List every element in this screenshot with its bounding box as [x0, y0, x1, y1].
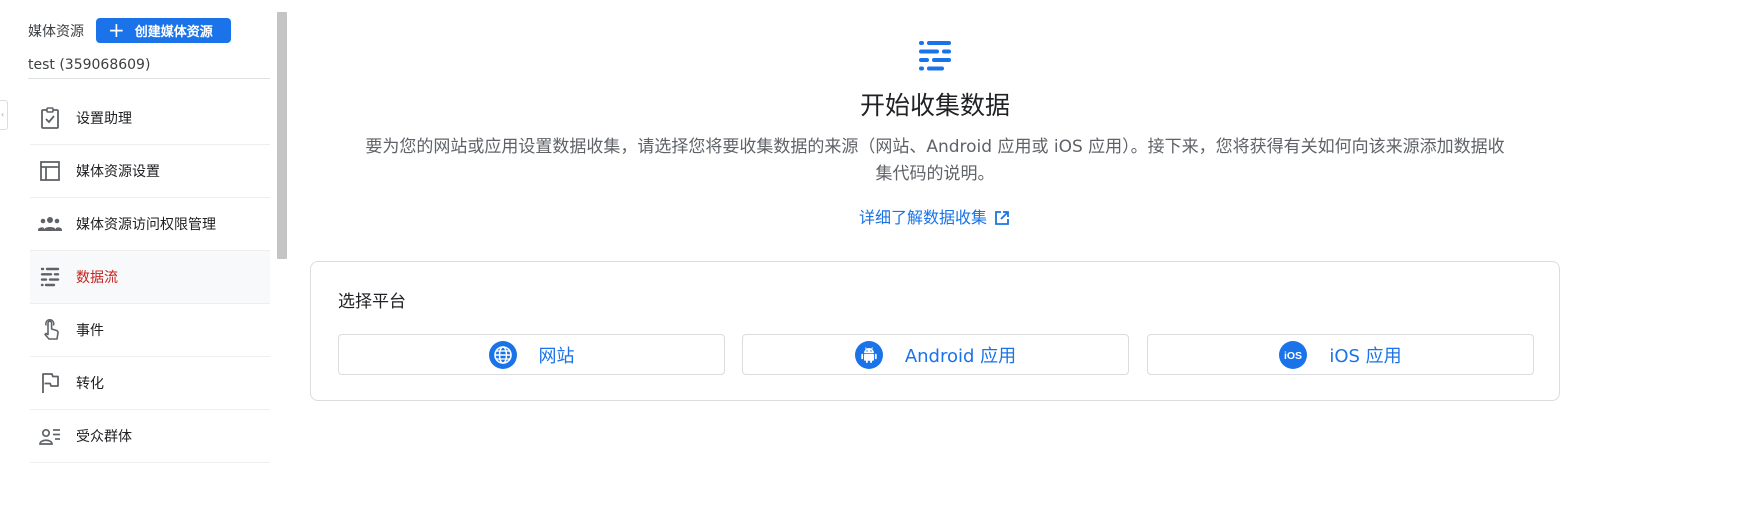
learn-more-label: 详细了解数据收集 — [858, 208, 987, 227]
app-root: ‹ 媒体资源 + 创建媒体资源 test (359068609) 设置助理 媒体… — [0, 0, 1749, 514]
property-label: 媒体资源 — [28, 23, 84, 40]
sidebar-item-label: 媒体资源访问权限管理 — [76, 217, 216, 233]
account-name[interactable]: test (359068609) — [28, 57, 270, 79]
people-icon — [38, 217, 62, 231]
platform-label: 网站 — [538, 345, 575, 367]
sidebar-scrollbar[interactable] — [277, 12, 287, 259]
svg-text:iOS: iOS — [1284, 350, 1302, 362]
data-streams-icon — [919, 41, 951, 71]
plus-icon: + — [108, 17, 125, 42]
platform-label: iOS 应用 — [1329, 345, 1402, 367]
create-property-label: 创建媒体资源 — [134, 25, 213, 40]
create-property-button[interactable]: + 创建媒体资源 — [96, 18, 231, 43]
flag-icon — [42, 373, 59, 393]
open-in-new-icon — [995, 211, 1009, 225]
sidebar-item-label: 媒体资源设置 — [76, 164, 160, 180]
sidebar-header: 媒体资源 + 创建媒体资源 — [28, 18, 231, 43]
touch-icon — [44, 319, 59, 340]
learn-more-link[interactable]: 详细了解数据收集 — [310, 204, 1560, 228]
ios-icon: iOS — [1279, 340, 1308, 369]
sidebar-item-label: 转化 — [76, 376, 104, 392]
platform-ios-button[interactable]: iOS iOS 应用 — [1147, 334, 1534, 375]
platform-title: 选择平台 — [338, 292, 406, 312]
platform-web-button[interactable]: 网站 — [338, 334, 725, 375]
platform-label: Android 应用 — [904, 345, 1017, 367]
android-icon — [854, 340, 883, 369]
clipboard-check-icon — [41, 107, 59, 129]
page-description: 要为您的网站或应用设置数据收集，请选择您将要收集数据的来源（网站、Android… — [365, 137, 1505, 184]
sidebar-item-setup-assistant[interactable]: 设置助理 — [30, 92, 270, 145]
sidebar-nav: 设置助理 媒体资源设置 媒体资源访问权限管理 数据流 事件 转化 受众群体 — [30, 92, 270, 463]
sidebar-item-label: 数据流 — [76, 270, 118, 286]
chevron-left-icon: ‹ — [1, 110, 5, 119]
platform-card: 选择平台 网站 Android 应用 iOS iOS 应用 — [310, 261, 1560, 401]
sidebar-item-events[interactable]: 事件 — [30, 304, 270, 357]
audience-icon — [39, 428, 60, 445]
sidebar-item-access-management[interactable]: 媒体资源访问权限管理 — [30, 198, 270, 251]
platform-android-button[interactable]: Android 应用 — [742, 334, 1129, 375]
sidebar: 媒体资源 + 创建媒体资源 test (359068609) 设置助理 媒体资源… — [28, 0, 270, 514]
collapse-tab[interactable]: ‹ — [0, 100, 8, 130]
page-title: 开始收集数据 — [859, 91, 1010, 120]
sidebar-item-property-settings[interactable]: 媒体资源设置 — [30, 145, 270, 198]
sidebar-item-data-streams[interactable]: 数据流 — [30, 251, 270, 304]
data-streams-icon — [40, 267, 60, 287]
layout-icon — [40, 161, 60, 181]
sidebar-item-conversions[interactable]: 转化 — [30, 357, 270, 410]
sidebar-item-label: 事件 — [76, 323, 104, 339]
sidebar-item-label: 受众群体 — [76, 429, 132, 445]
main-content: 开始收集数据 要为您的网站或应用设置数据收集，请选择您将要收集数据的来源（网站、… — [310, 0, 1560, 514]
sidebar-item-audiences[interactable]: 受众群体 — [30, 410, 270, 463]
globe-icon — [488, 340, 517, 369]
sidebar-item-label: 设置助理 — [76, 111, 132, 127]
